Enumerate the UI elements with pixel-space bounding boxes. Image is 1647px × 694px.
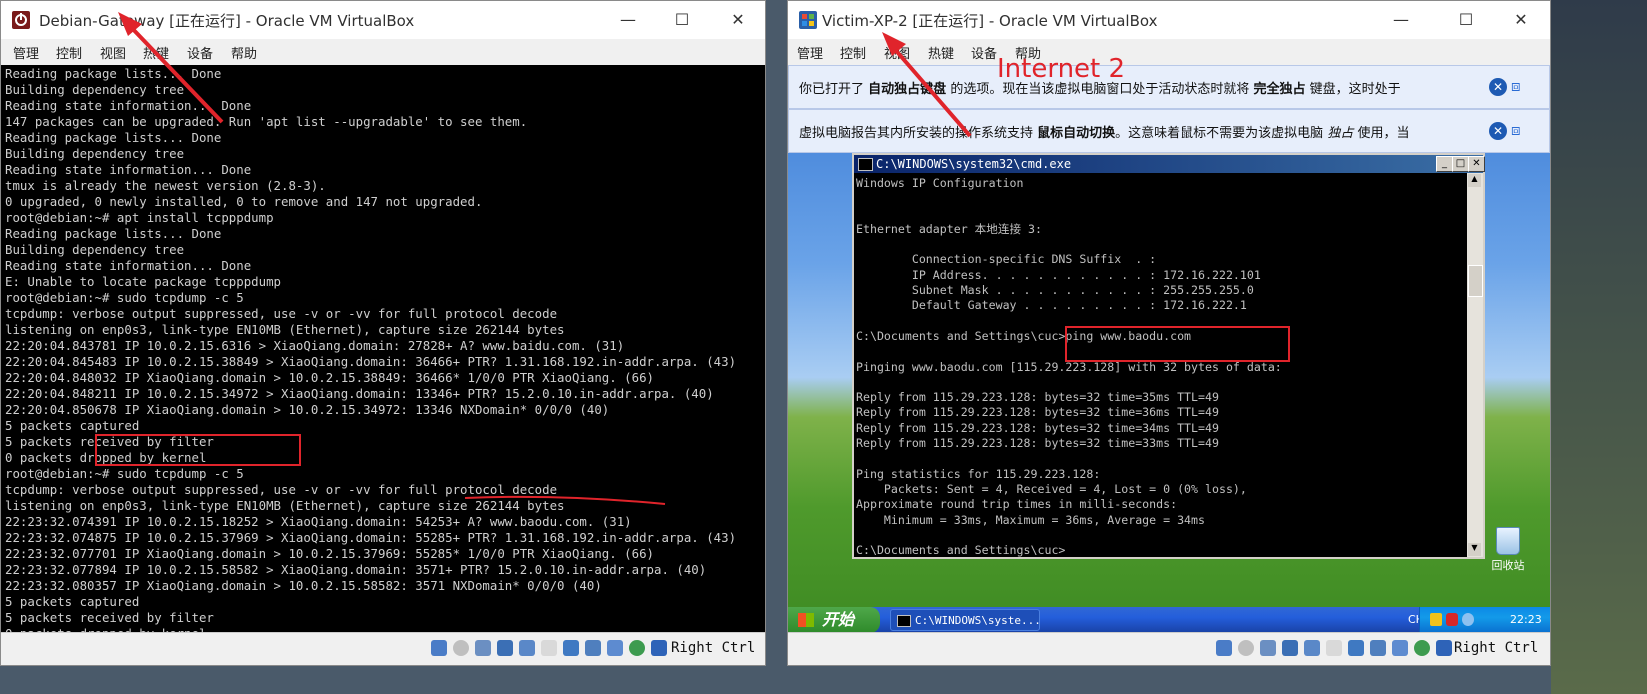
host-key-label: Right Ctrl <box>671 640 756 656</box>
recycle-bin-label: 回收站 <box>1491 559 1525 572</box>
display-icon[interactable] <box>1348 640 1364 656</box>
maximize-button[interactable]: ☐ <box>1443 5 1489 35</box>
close-button[interactable]: ✕ <box>715 5 761 35</box>
shield-icon[interactable] <box>1446 613 1458 626</box>
video-capture-icon[interactable] <box>1370 640 1386 656</box>
video-capture-icon[interactable] <box>585 640 601 656</box>
cmd-title-bar[interactable]: C:\WINDOWS\system32\cmd.exe <box>854 155 1483 173</box>
network-icon[interactable] <box>497 640 513 656</box>
system-tray: 22:23 <box>1419 607 1550 633</box>
host-desktop-edge <box>1551 0 1647 694</box>
start-label: 开始 <box>822 610 855 629</box>
status-bar: Right Ctrl <box>1 632 765 665</box>
notice-bold-2: 完全独占 <box>1253 82 1306 97</box>
minimize-button[interactable]: — <box>1378 5 1424 35</box>
xp-taskbar: 开始 C:\WINDOWS\syste... CH 22:23 <box>788 607 1550 633</box>
annotation-arrow-right <box>882 32 972 138</box>
cmd-minimize-button[interactable]: _ <box>1436 156 1453 172</box>
taskbar-item-label: C:\WINDOWS\syste... <box>915 614 1040 627</box>
close-button[interactable]: ✕ <box>1498 5 1544 35</box>
notice-post: 键盘，这时处于 <box>1309 82 1401 97</box>
cmd-title: C:\WINDOWS\system32\cmd.exe <box>876 157 1072 171</box>
usb-icon[interactable] <box>1304 640 1320 656</box>
notice-mute-icon[interactable]: ⧈ <box>1511 77 1531 97</box>
shared-folder-icon[interactable] <box>541 640 557 656</box>
notice-mid: 。这意味着鼠标不需要为该虚拟电脑 <box>1115 126 1324 141</box>
notice-bold-1: 鼠标自动切换 <box>1037 126 1116 141</box>
virtualbox-icon <box>799 11 817 29</box>
status-bar: Right Ctrl <box>788 632 1550 665</box>
host-key-label: Right Ctrl <box>1454 640 1539 656</box>
recycle-bin[interactable]: 回收站 <box>1478 527 1538 577</box>
network-icon[interactable] <box>1282 640 1298 656</box>
keyboard-capture-icon[interactable] <box>1436 640 1452 656</box>
hard-disk-icon[interactable] <box>1216 640 1232 656</box>
scroll-thumb[interactable] <box>1468 265 1483 297</box>
audio-icon[interactable] <box>1260 640 1276 656</box>
guest-terminal[interactable]: Reading package lists... Done Building d… <box>1 65 765 633</box>
cmd-maximize-button[interactable]: □ <box>1452 156 1469 172</box>
maximize-button[interactable]: ☐ <box>659 5 705 35</box>
notice-close-icon[interactable]: ✕ <box>1489 78 1507 96</box>
cmd-close-button[interactable]: ✕ <box>1468 156 1485 172</box>
network-tray-icon[interactable] <box>1462 613 1474 626</box>
annotation-box-ping <box>1065 326 1290 362</box>
shared-folder-icon[interactable] <box>1326 640 1342 656</box>
notice-italic: 独占 <box>1327 126 1354 141</box>
annotation-label: Internet 2 <box>997 54 1126 84</box>
cmd-app-icon <box>858 158 873 171</box>
cmd-scrollbar[interactable]: ▲ ▼ <box>1467 173 1483 557</box>
cpu-icon[interactable] <box>607 640 623 656</box>
start-button[interactable]: 开始 <box>788 607 880 633</box>
minimize-button[interactable]: — <box>605 5 651 35</box>
annotation-underline <box>464 495 666 505</box>
annotation-arrow-left <box>118 12 224 124</box>
annotation-box-tcpdump <box>95 434 301 466</box>
clock[interactable]: 22:23 <box>1510 613 1542 626</box>
scroll-up-icon[interactable]: ▲ <box>1468 174 1481 187</box>
mouse-integration-icon[interactable] <box>629 640 645 656</box>
cmd-taskbar-icon <box>897 615 911 627</box>
cmd-console[interactable]: Windows IP Configuration Ethernet adapte… <box>854 173 1467 557</box>
cmd-output: Windows IP Configuration Ethernet adapte… <box>856 176 1282 557</box>
optical-drive-icon[interactable] <box>453 640 469 656</box>
notice-post: 使用，当 <box>1357 126 1410 141</box>
security-icon[interactable] <box>1430 613 1442 626</box>
notice-mute-icon[interactable]: ⧈ <box>1511 121 1531 141</box>
display-icon[interactable] <box>563 640 579 656</box>
terminal-output: Reading package lists... Done Building d… <box>5 66 737 633</box>
mouse-integration-icon[interactable] <box>1414 640 1430 656</box>
menu-manage[interactable]: 管理 <box>797 43 823 62</box>
keyboard-capture-icon[interactable] <box>651 640 667 656</box>
windows-flag-icon <box>798 613 814 627</box>
audio-icon[interactable] <box>475 640 491 656</box>
notice-close-icon[interactable]: ✕ <box>1489 122 1507 140</box>
taskbar-item-cmd[interactable]: C:\WINDOWS\syste... <box>890 609 1040 631</box>
recycle-bin-icon <box>1496 527 1520 555</box>
hard-disk-icon[interactable] <box>431 640 447 656</box>
usb-icon[interactable] <box>519 640 535 656</box>
optical-drive-icon[interactable] <box>1238 640 1254 656</box>
cpu-icon[interactable] <box>1392 640 1408 656</box>
notice-pre: 你已打开了 <box>799 82 865 97</box>
